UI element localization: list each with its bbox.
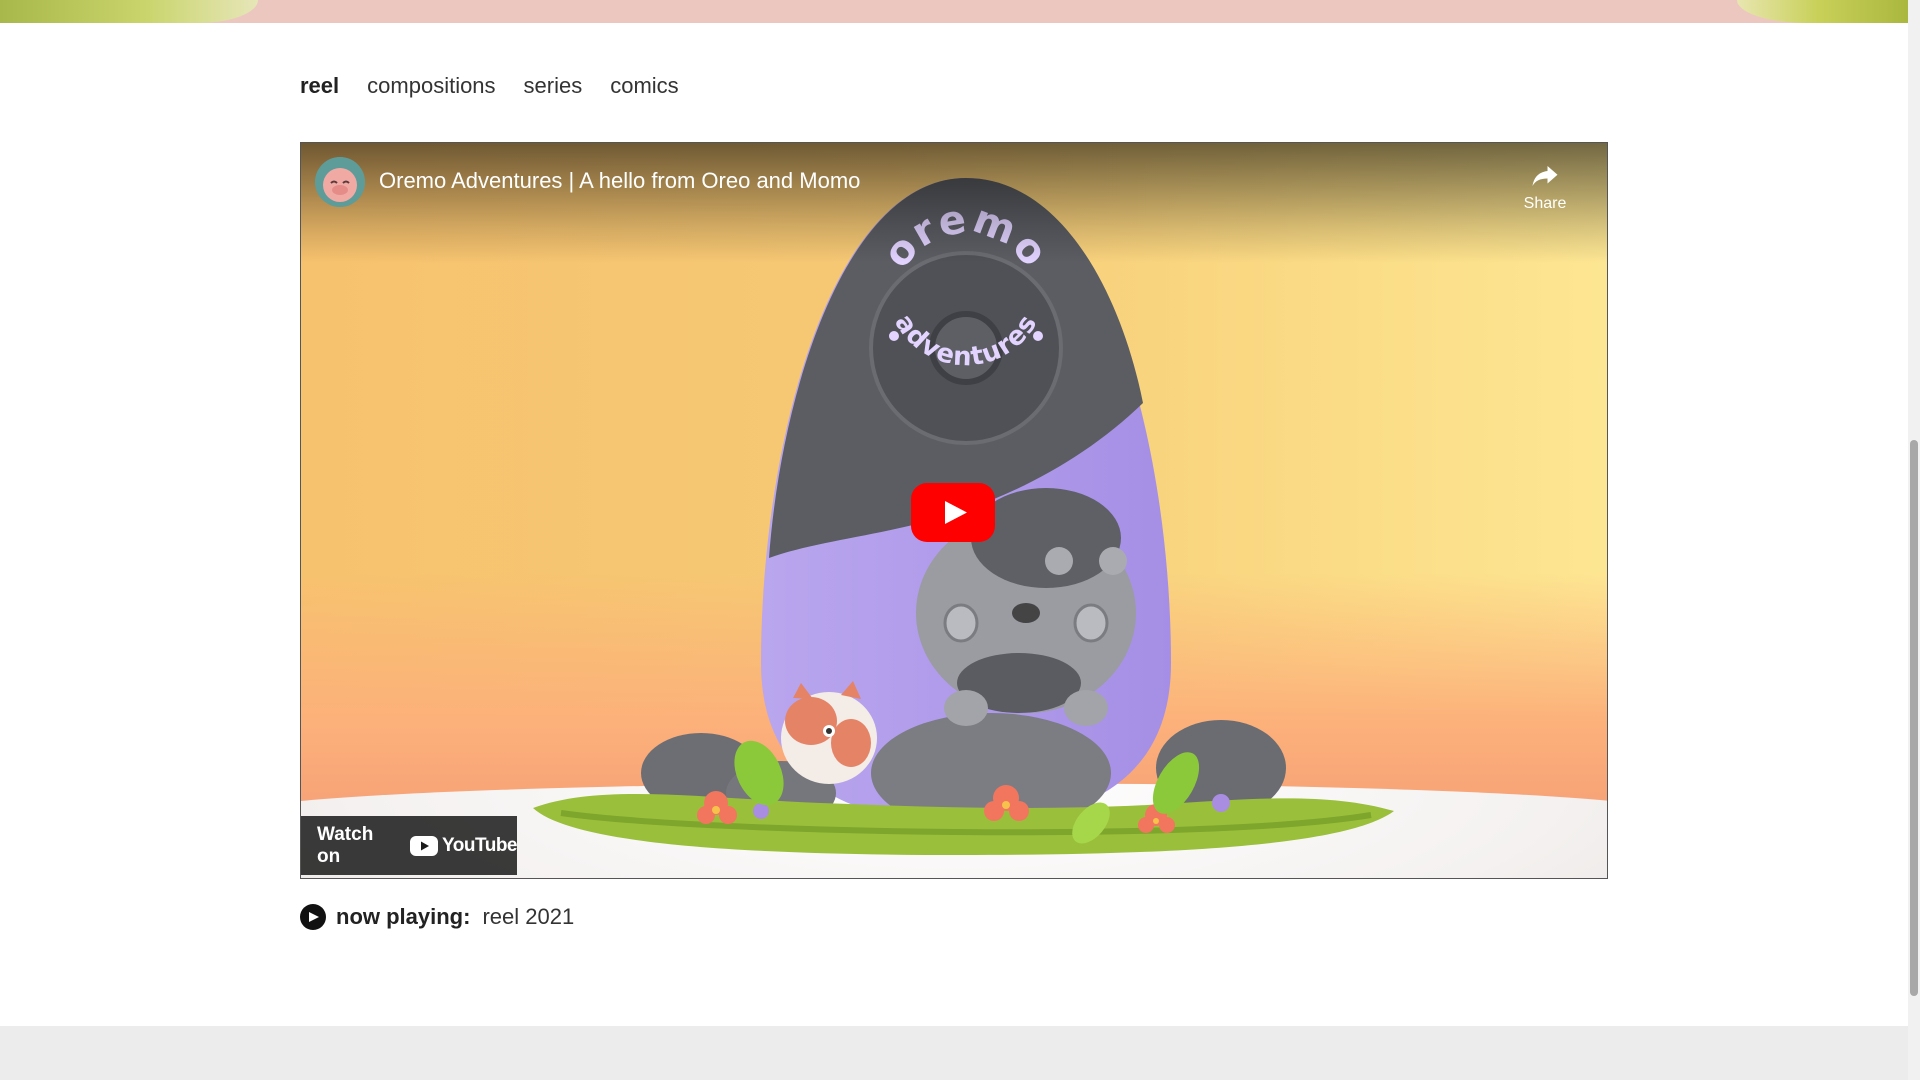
- now-playing-value: reel 2021: [482, 904, 575, 929]
- youtube-icon: [410, 835, 439, 856]
- tab-compositions[interactable]: compositions: [367, 73, 495, 99]
- share-arrow-icon: [1532, 166, 1558, 186]
- play-button[interactable]: [911, 483, 995, 542]
- youtube-wordmark: YouTube: [442, 834, 517, 856]
- scrollbar-thumb[interactable]: [1910, 440, 1918, 996]
- now-playing-bar: now playing: reel 2021: [300, 902, 574, 932]
- play-circle-icon[interactable]: [300, 904, 326, 930]
- share-label: Share: [1523, 195, 1567, 212]
- page-scrollbar[interactable]: [1908, 0, 1920, 1080]
- youtube-logo: YouTube: [410, 835, 517, 857]
- avatar-face-icon: [315, 157, 365, 207]
- channel-avatar[interactable]: [315, 157, 365, 207]
- youtube-embed[interactable]: oremo adventures: [300, 142, 1608, 879]
- watch-on-youtube-button[interactable]: Watch on YouTube: [301, 816, 517, 875]
- play-icon: [911, 483, 995, 542]
- tab-series[interactable]: series: [524, 73, 583, 99]
- now-playing-label: now playing:: [336, 904, 471, 929]
- portfolio-nav: reel compositions series comics: [300, 70, 679, 102]
- tab-comics[interactable]: comics: [610, 73, 678, 99]
- tab-reel[interactable]: reel: [300, 73, 339, 99]
- watch-on-label: Watch on: [317, 823, 374, 867]
- footer-band: [0, 1026, 1908, 1080]
- share-button[interactable]: Share: [1515, 161, 1575, 213]
- video-title[interactable]: Oremo Adventures | A hello from Oreo and…: [379, 168, 860, 194]
- top-banner: [0, 0, 1920, 23]
- video-header-shade: [301, 143, 1607, 263]
- banner-leaf-right: [1737, 0, 1920, 23]
- banner-leaf-left: [0, 0, 258, 23]
